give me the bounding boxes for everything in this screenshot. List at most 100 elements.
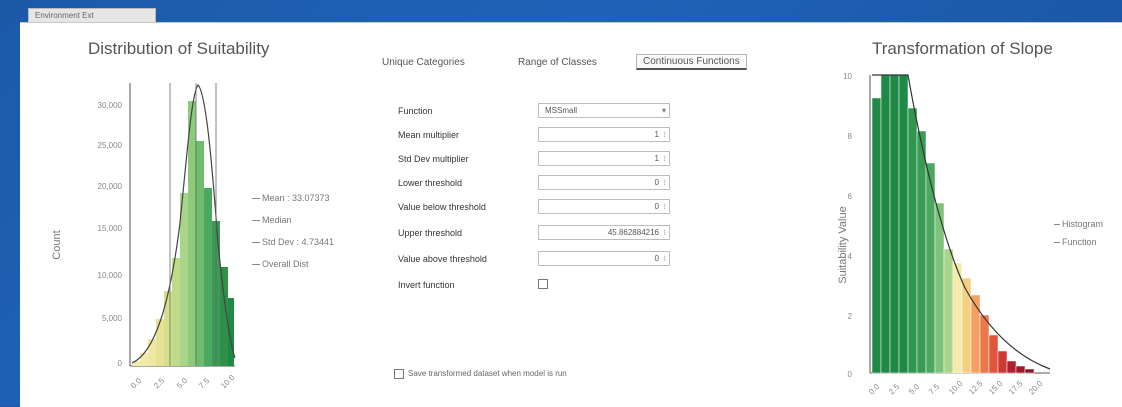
function-row: Function MSSmall ▾ xyxy=(398,103,698,121)
left-xtick: 2.5 xyxy=(152,376,167,391)
upper-threshold-row: Upper threshold 45.862884216 ⁝ xyxy=(398,225,698,243)
left-ytick: 10,000 xyxy=(98,271,123,280)
tab-unique-categories[interactable]: Unique Categories xyxy=(382,57,465,68)
value-below-label: Value below threshold xyxy=(398,202,486,212)
right-bar xyxy=(934,202,945,374)
spinner-icon[interactable]: ⁝ xyxy=(663,128,666,141)
tab-range-of-classes[interactable]: Range of Classes xyxy=(518,57,597,68)
invert-label: Invert function xyxy=(398,280,455,290)
left-ytick: 0 xyxy=(118,359,123,368)
left-bar xyxy=(148,339,156,366)
window-tab[interactable]: Environment Ext xyxy=(28,8,156,22)
left-bar xyxy=(188,101,196,366)
right-xtick: 5.0 xyxy=(907,382,922,397)
stdev-multiplier-label: Std Dev multiplier xyxy=(398,154,469,164)
value-below-input[interactable]: 0 ⁝ xyxy=(538,199,670,214)
right-bar xyxy=(997,350,1008,374)
lower-threshold-label: Lower threshold xyxy=(398,178,463,188)
right-xtick: 15.0 xyxy=(987,379,1005,397)
right-ytick: 0 xyxy=(848,370,853,379)
mean-multiplier-input[interactable]: 1 ⁝ xyxy=(538,127,670,142)
left-ytick: 25,000 xyxy=(98,141,123,150)
right-ytick: 8 xyxy=(848,132,853,141)
left-ytick: 5,000 xyxy=(102,314,123,323)
mean-multiplier-label: Mean multiplier xyxy=(398,130,460,140)
right-bar xyxy=(1015,365,1026,374)
right-bar xyxy=(943,248,954,374)
legend-overall-dist: Overall Dist xyxy=(252,259,309,269)
right-bar xyxy=(1006,360,1017,374)
right-xtick: 2.5 xyxy=(887,382,902,397)
left-histogram xyxy=(132,101,234,366)
transformation-chart-title: Transformation of Slope xyxy=(872,39,1053,58)
suitability-panel: Distribution of Suitability Count 30,000… xyxy=(20,22,1122,407)
value-above-input[interactable]: 0 ⁝ xyxy=(538,251,670,266)
right-bar xyxy=(889,74,900,374)
mean-multiplier-row: Mean multiplier 1 ⁝ xyxy=(398,127,698,145)
upper-threshold-label: Upper threshold xyxy=(398,228,463,238)
right-bar xyxy=(988,334,999,374)
function-label: Function xyxy=(398,106,433,116)
right-xtick: 20.0 xyxy=(1027,379,1045,397)
lower-threshold-value: 0 xyxy=(654,178,659,187)
mean-multiplier-value: 1 xyxy=(654,130,659,139)
invert-checkbox[interactable] xyxy=(538,279,548,289)
right-xtick: 17.5 xyxy=(1007,379,1025,397)
left-xtick: 10.0 xyxy=(219,373,237,391)
right-bar xyxy=(898,74,909,374)
chevron-down-icon: ▾ xyxy=(661,106,666,115)
legend-median: Median xyxy=(252,215,292,225)
tab-continuous-functions[interactable]: Continuous Functions xyxy=(636,54,747,70)
legend-function: Function xyxy=(1054,237,1097,247)
upper-threshold-input[interactable]: 45.862884216 ⁝ xyxy=(538,225,670,240)
save-transformed-checkbox[interactable] xyxy=(394,369,404,379)
stdev-multiplier-input[interactable]: 1 ⁝ xyxy=(538,151,670,166)
right-bar xyxy=(907,107,918,374)
left-xtick: 5.0 xyxy=(175,376,190,391)
left-bar xyxy=(196,141,204,366)
right-histogram xyxy=(871,74,1035,374)
left-bar xyxy=(156,319,164,366)
right-xtick: 10.0 xyxy=(947,379,965,397)
left-ylabel: Count xyxy=(51,230,63,259)
lower-threshold-input[interactable]: 0 ⁝ xyxy=(538,175,670,190)
spinner-icon[interactable]: ⁝ xyxy=(663,252,666,265)
right-bar xyxy=(880,74,891,374)
left-bar xyxy=(172,258,180,366)
right-xtick: 0.0 xyxy=(867,382,882,397)
left-bar xyxy=(204,188,212,366)
left-ytick: 15,000 xyxy=(98,224,123,233)
left-bar xyxy=(132,361,140,366)
right-ytick: 6 xyxy=(848,192,853,201)
right-ylabel: Suitability Value xyxy=(837,206,849,283)
right-ytick: 4 xyxy=(848,252,853,261)
right-bar xyxy=(979,314,990,374)
function-dropdown[interactable]: MSSmall ▾ xyxy=(538,103,670,118)
left-xtick: 7.5 xyxy=(197,376,212,391)
upper-threshold-value: 45.862884216 xyxy=(607,228,659,237)
left-bar xyxy=(140,353,148,366)
right-xtick: 12.5 xyxy=(967,379,985,397)
right-ytick: 10 xyxy=(843,72,852,81)
transformation-tabs: Unique Categories Range of Classes Conti… xyxy=(382,53,782,73)
left-ytick: 30,000 xyxy=(98,101,123,110)
legend-mean: Mean : 33.07373 xyxy=(252,193,330,203)
value-above-label: Value above threshold xyxy=(398,254,487,264)
invert-row: Invert function xyxy=(398,277,698,295)
spinner-icon[interactable]: ⁝ xyxy=(663,176,666,189)
spinner-icon[interactable]: ⁝ xyxy=(663,226,666,239)
spinner-icon[interactable]: ⁝ xyxy=(663,200,666,213)
right-ytick: 2 xyxy=(848,312,853,321)
value-above-row: Value above threshold 0 ⁝ xyxy=(398,251,698,269)
stdev-multiplier-value: 1 xyxy=(654,154,659,163)
stdev-multiplier-row: Std Dev multiplier 1 ⁝ xyxy=(398,151,698,169)
save-transformed-label: Save transformed dataset when model is r… xyxy=(408,369,567,378)
left-ytick: 20,000 xyxy=(98,182,123,191)
spinner-icon[interactable]: ⁝ xyxy=(663,152,666,165)
lower-threshold-row: Lower threshold 0 ⁝ xyxy=(398,175,698,193)
right-bar xyxy=(916,130,927,374)
legend-histogram: Histogram xyxy=(1054,219,1103,229)
function-value: MSSmall xyxy=(545,106,578,115)
right-bar xyxy=(871,97,882,374)
value-below-value: 0 xyxy=(654,202,659,211)
